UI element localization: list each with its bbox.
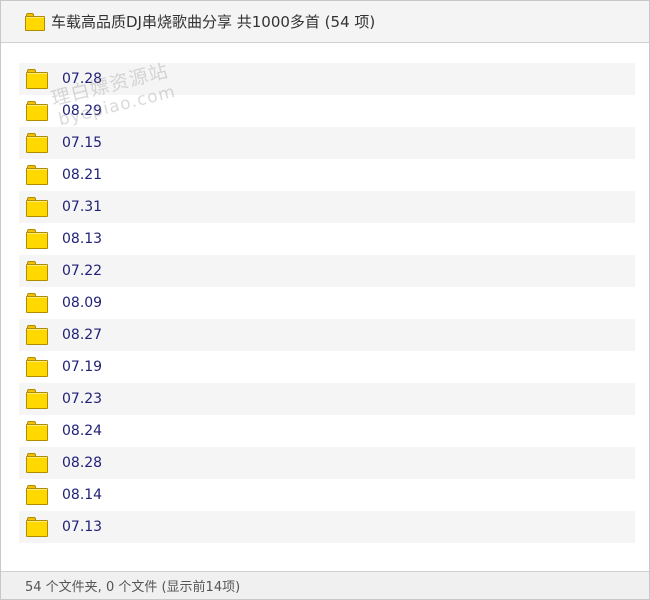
list-item[interactable]: 08.14 bbox=[19, 479, 635, 511]
folder-icon bbox=[26, 69, 48, 89]
header-bar: 车载高品质DJ串烧歌曲分享 共1000多首 (54 项) bbox=[1, 1, 649, 43]
folder-icon bbox=[26, 325, 48, 345]
folder-name-link[interactable]: 07.23 bbox=[62, 391, 102, 407]
folder-icon bbox=[26, 197, 48, 217]
status-bar: 54 个文件夹, 0 个文件 (显示前14项) bbox=[1, 571, 649, 599]
list-item[interactable]: 07.13 bbox=[19, 511, 635, 543]
folder-icon bbox=[26, 261, 48, 281]
list-item[interactable]: 08.28 bbox=[19, 447, 635, 479]
list-item[interactable]: 08.09 bbox=[19, 287, 635, 319]
folder-name-link[interactable]: 08.29 bbox=[62, 103, 102, 119]
folder-name-link[interactable]: 07.22 bbox=[62, 263, 102, 279]
folder-name-link[interactable]: 07.13 bbox=[62, 519, 102, 535]
folder-name-link[interactable]: 08.24 bbox=[62, 423, 102, 439]
list-item[interactable]: 08.13 bbox=[19, 223, 635, 255]
folder-name-link[interactable]: 07.19 bbox=[62, 359, 102, 375]
page-title: 车载高品质DJ串烧歌曲分享 共1000多首 (54 项) bbox=[51, 13, 376, 31]
list-item[interactable]: 07.15 bbox=[19, 127, 635, 159]
folder-icon bbox=[26, 133, 48, 153]
list-item[interactable]: 07.28 bbox=[19, 63, 635, 95]
folder-icon bbox=[26, 389, 48, 409]
folder-icon bbox=[26, 357, 48, 377]
folder-icon bbox=[26, 517, 48, 537]
folder-icon bbox=[26, 293, 48, 313]
list-item[interactable]: 08.27 bbox=[19, 319, 635, 351]
folder-icon bbox=[26, 229, 48, 249]
folder-name-link[interactable]: 08.28 bbox=[62, 455, 102, 471]
folder-name-link[interactable]: 08.13 bbox=[62, 231, 102, 247]
folder-name-link[interactable]: 07.31 bbox=[62, 199, 102, 215]
list-item[interactable]: 07.31 bbox=[19, 191, 635, 223]
list-item[interactable]: 08.21 bbox=[19, 159, 635, 191]
folder-name-link[interactable]: 07.28 bbox=[62, 71, 102, 87]
folder-name-link[interactable]: 07.15 bbox=[62, 135, 102, 151]
folder-icon bbox=[26, 165, 48, 185]
list-item[interactable]: 07.19 bbox=[19, 351, 635, 383]
folder-icon bbox=[26, 453, 48, 473]
folder-icon bbox=[25, 12, 45, 31]
folder-name-link[interactable]: 08.21 bbox=[62, 167, 102, 183]
folder-icon bbox=[26, 101, 48, 121]
folder-name-link[interactable]: 08.14 bbox=[62, 487, 102, 503]
file-browser-window: 车载高品质DJ串烧歌曲分享 共1000多首 (54 项) 07.28 08.29… bbox=[0, 0, 650, 600]
status-text: 54 个文件夹, 0 个文件 (显示前14项) bbox=[25, 580, 241, 595]
list-item[interactable]: 08.24 bbox=[19, 415, 635, 447]
folder-icon bbox=[26, 485, 48, 505]
folder-name-link[interactable]: 08.27 bbox=[62, 327, 102, 343]
list-item[interactable]: 07.23 bbox=[19, 383, 635, 415]
folder-icon bbox=[26, 421, 48, 441]
list-item[interactable]: 07.22 bbox=[19, 255, 635, 287]
list-item[interactable]: 08.29 bbox=[19, 95, 635, 127]
folder-list: 07.28 08.29 07.15 08.21 07.31 08.13 07.2… bbox=[19, 63, 635, 543]
folder-name-link[interactable]: 08.09 bbox=[62, 295, 102, 311]
